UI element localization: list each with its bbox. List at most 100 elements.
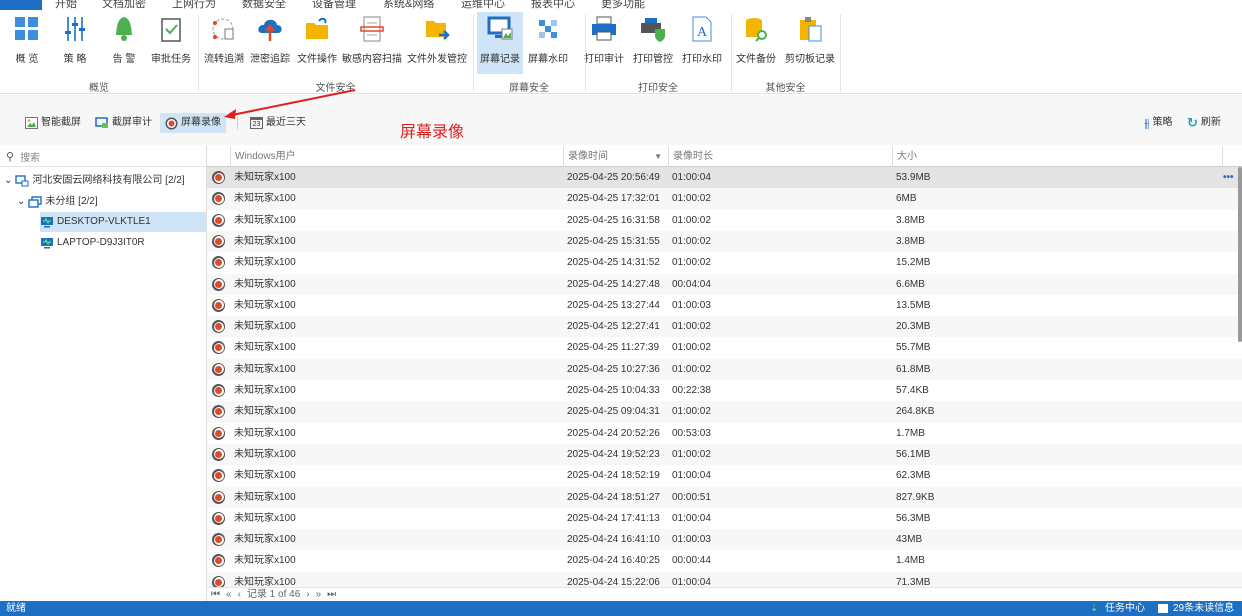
cell-size: 1.7MB xyxy=(896,427,925,439)
cell-user: 未知玩家x100 xyxy=(234,172,296,183)
column-header-time[interactable]: 录像时间 ▼ xyxy=(563,147,668,167)
vertical-scrollbar[interactable] xyxy=(1238,167,1242,342)
policy-label: 策略 xyxy=(1152,117,1173,128)
tree-node-computer[interactable]: DESKTOP-VLKTLE1 xyxy=(40,212,206,232)
table-row[interactable]: 未知玩家x100 2025-04-25 10:27:36 01:00:02 61… xyxy=(207,358,1242,380)
ribbon-approval-tasks-button[interactable]: 审批任务 xyxy=(148,12,194,74)
record-icon xyxy=(212,362,225,376)
tab-report-center[interactable]: 报表中心 xyxy=(531,0,575,10)
table-row[interactable]: 未知玩家x100 2025-04-24 20:52:26 00:53:03 1.… xyxy=(207,423,1242,444)
cell-duration: 01:00:02 xyxy=(672,448,711,460)
cell-duration: 01:00:02 xyxy=(672,235,711,247)
ribbon-sensitive-scan-button[interactable]: 敏感内容扫描 xyxy=(342,12,402,74)
policy-button[interactable]: ⫵ 策略 xyxy=(1139,113,1178,133)
table-row[interactable]: 未知玩家x100 2025-04-24 16:41:10 01:00:03 43… xyxy=(207,529,1242,551)
row-more-button[interactable]: ••• xyxy=(1223,167,1234,188)
cell-duration: 01:00:04 xyxy=(672,470,711,482)
next-page-button[interactable]: › xyxy=(306,588,309,600)
last-page-button[interactable]: ⏭ xyxy=(327,588,336,600)
ribbon-print-watermark-button[interactable]: A 打印水印 xyxy=(679,12,725,74)
ribbon-file-outbound-control-button[interactable]: 文件外发管控 xyxy=(407,12,467,74)
search-icon: ⚲ xyxy=(6,151,15,163)
ribbon-clipboard-record-button[interactable]: 剪切板记录 xyxy=(785,12,835,74)
tab-more-functions[interactable]: 更多功能 xyxy=(601,0,645,10)
svg-text:A: A xyxy=(697,25,708,40)
cell-record-time: 2025-04-25 14:31:52 xyxy=(567,257,660,269)
table-row[interactable]: 未知玩家x100 2025-04-25 15:31:55 01:00:02 3.… xyxy=(207,230,1242,253)
group-label: 未分组 [2/2] xyxy=(45,196,98,207)
cell-user: 未知玩家x100 xyxy=(234,576,296,588)
cell-duration: 00:04:04 xyxy=(672,278,711,290)
app-menu-button[interactable] xyxy=(0,0,42,10)
next-page-group-button[interactable]: » xyxy=(316,588,322,600)
tab-doc-encryption[interactable]: 文档加密 xyxy=(102,0,146,10)
cell-record-time: 2025-04-24 15:22:06 xyxy=(567,576,660,588)
smart-capture-button[interactable]: 智能截屏 xyxy=(20,113,86,133)
table-row[interactable]: 未知玩家x100 2025-04-25 14:31:52 01:00:02 15… xyxy=(207,252,1242,273)
table-row[interactable]: 未知玩家x100 2025-04-24 16:40:25 00:00:44 1.… xyxy=(207,550,1242,571)
prev-page-group-button[interactable]: « xyxy=(226,588,232,600)
search-input[interactable]: ⚲ 搜索 xyxy=(0,147,206,167)
refresh-button[interactable]: ↻ 刷新 xyxy=(1182,113,1226,133)
column-header-user[interactable]: Windows用户 xyxy=(230,147,564,167)
cell-duration: 00:00:44 xyxy=(672,555,711,567)
tab-web-behavior[interactable]: 上网行为 xyxy=(172,0,216,10)
table-row[interactable]: 未知玩家x100 2025-04-24 17:41:13 01:00:04 56… xyxy=(207,508,1242,529)
record-icon xyxy=(212,234,225,248)
record-icon xyxy=(212,171,225,184)
tree-node-group[interactable]: ⌄ 未分组 [2/2] xyxy=(17,192,98,212)
table-row[interactable]: 未知玩家x100 2025-04-24 18:52:19 01:00:04 62… xyxy=(207,465,1242,486)
leak-trace-icon xyxy=(258,19,282,41)
cell-record-time: 2025-04-24 19:52:23 xyxy=(567,448,660,460)
sort-desc-icon: ▼ xyxy=(654,152,662,161)
unread-messages-link[interactable]: 29条未读信息 xyxy=(1173,601,1234,616)
tree-node-computer[interactable]: LAPTOP-D9J3IT0R xyxy=(40,233,145,253)
table-row[interactable]: 未知玩家x100 2025-04-25 17:32:01 01:00:02 6M… xyxy=(207,188,1242,210)
cell-size: 62.3MB xyxy=(896,470,931,482)
tab-data-security[interactable]: 数据安全 xyxy=(242,0,286,10)
record-icon xyxy=(212,490,225,504)
table-row[interactable]: 未知玩家x100 2025-04-25 10:04:33 00:22:38 57… xyxy=(207,380,1242,401)
tab-ops-center[interactable]: 运维中心 xyxy=(461,0,505,10)
cell-duration: 01:00:02 xyxy=(672,257,711,269)
ribbon-button-label: 文件外发管控 xyxy=(407,54,467,65)
cell-user: 未知玩家x100 xyxy=(234,235,296,247)
task-center-link[interactable]: 任务中心 xyxy=(1105,601,1145,616)
column-header-size[interactable]: 大小 xyxy=(892,147,1222,167)
capture-audit-button[interactable]: 截屏审计 xyxy=(90,113,157,133)
first-page-button[interactable]: ⏮ xyxy=(211,588,220,600)
tab-start[interactable]: 开始 xyxy=(55,0,77,10)
message-icon xyxy=(1158,604,1168,613)
ribbon-screen-watermark-button[interactable]: 屏幕水印 xyxy=(525,12,571,74)
computer-icon xyxy=(41,238,53,249)
table-row[interactable]: 未知玩家x100 2025-04-25 11:27:39 01:00:02 55… xyxy=(207,337,1242,358)
record-icon xyxy=(165,117,178,129)
tab-device-management[interactable]: 设备管理 xyxy=(312,0,356,10)
table-row[interactable]: 未知玩家x100 2025-04-25 12:27:41 01:00:02 20… xyxy=(207,316,1242,338)
cell-size: 43MB xyxy=(896,534,923,546)
table-row[interactable]: 未知玩家x100 2025-04-25 20:56:49 01:00:04 53… xyxy=(207,167,1242,189)
cell-duration: 01:00:02 xyxy=(672,406,711,418)
ribbon-file-backup-button[interactable]: 文件备份 xyxy=(733,12,779,74)
cell-user: 未知玩家x100 xyxy=(234,448,296,460)
cell-record-time: 2025-04-25 11:27:39 xyxy=(567,342,660,354)
table-row[interactable]: 未知玩家x100 2025-04-24 15:22:06 01:00:04 71… xyxy=(207,571,1242,588)
table-row[interactable]: 未知玩家x100 2025-04-24 19:52:23 01:00:02 56… xyxy=(207,443,1242,466)
tab-system-network[interactable]: 系统&网络 xyxy=(383,0,434,10)
table-row[interactable]: 未知玩家x100 2025-04-25 14:27:48 00:04:04 6.… xyxy=(207,273,1242,295)
tree-node-company[interactable]: ⌄ 河北安固云网络科技有限公司 [2/2] xyxy=(4,171,185,191)
prev-page-button[interactable]: ‹ xyxy=(238,588,241,600)
cell-user: 未知玩家x100 xyxy=(234,342,296,354)
ribbon-group-overview-label: 概览 xyxy=(89,83,109,94)
cell-duration: 01:00:04 xyxy=(672,172,711,183)
column-header-duration[interactable]: 录像时长 xyxy=(668,147,892,167)
cell-size: 827.9KB xyxy=(896,491,935,503)
table-header: Windows用户 录像时间 ▼ 录像时长 大小 xyxy=(207,147,1242,167)
table-row[interactable]: 未知玩家x100 2025-04-24 18:51:27 00:00:51 82… xyxy=(207,486,1242,508)
ribbon-file-operation-button[interactable]: 文件操作 xyxy=(294,12,340,74)
table-row[interactable]: 未知玩家x100 2025-04-25 09:04:31 01:00:02 26… xyxy=(207,401,1242,423)
screen-record-button[interactable]: 屏幕录像 xyxy=(160,113,226,133)
table-row[interactable]: 未知玩家x100 2025-04-25 16:31:58 01:00:02 3.… xyxy=(207,210,1242,231)
status-text: 就绪 xyxy=(6,603,26,614)
table-row[interactable]: 未知玩家x100 2025-04-25 13:27:44 01:00:03 13… xyxy=(207,295,1242,316)
